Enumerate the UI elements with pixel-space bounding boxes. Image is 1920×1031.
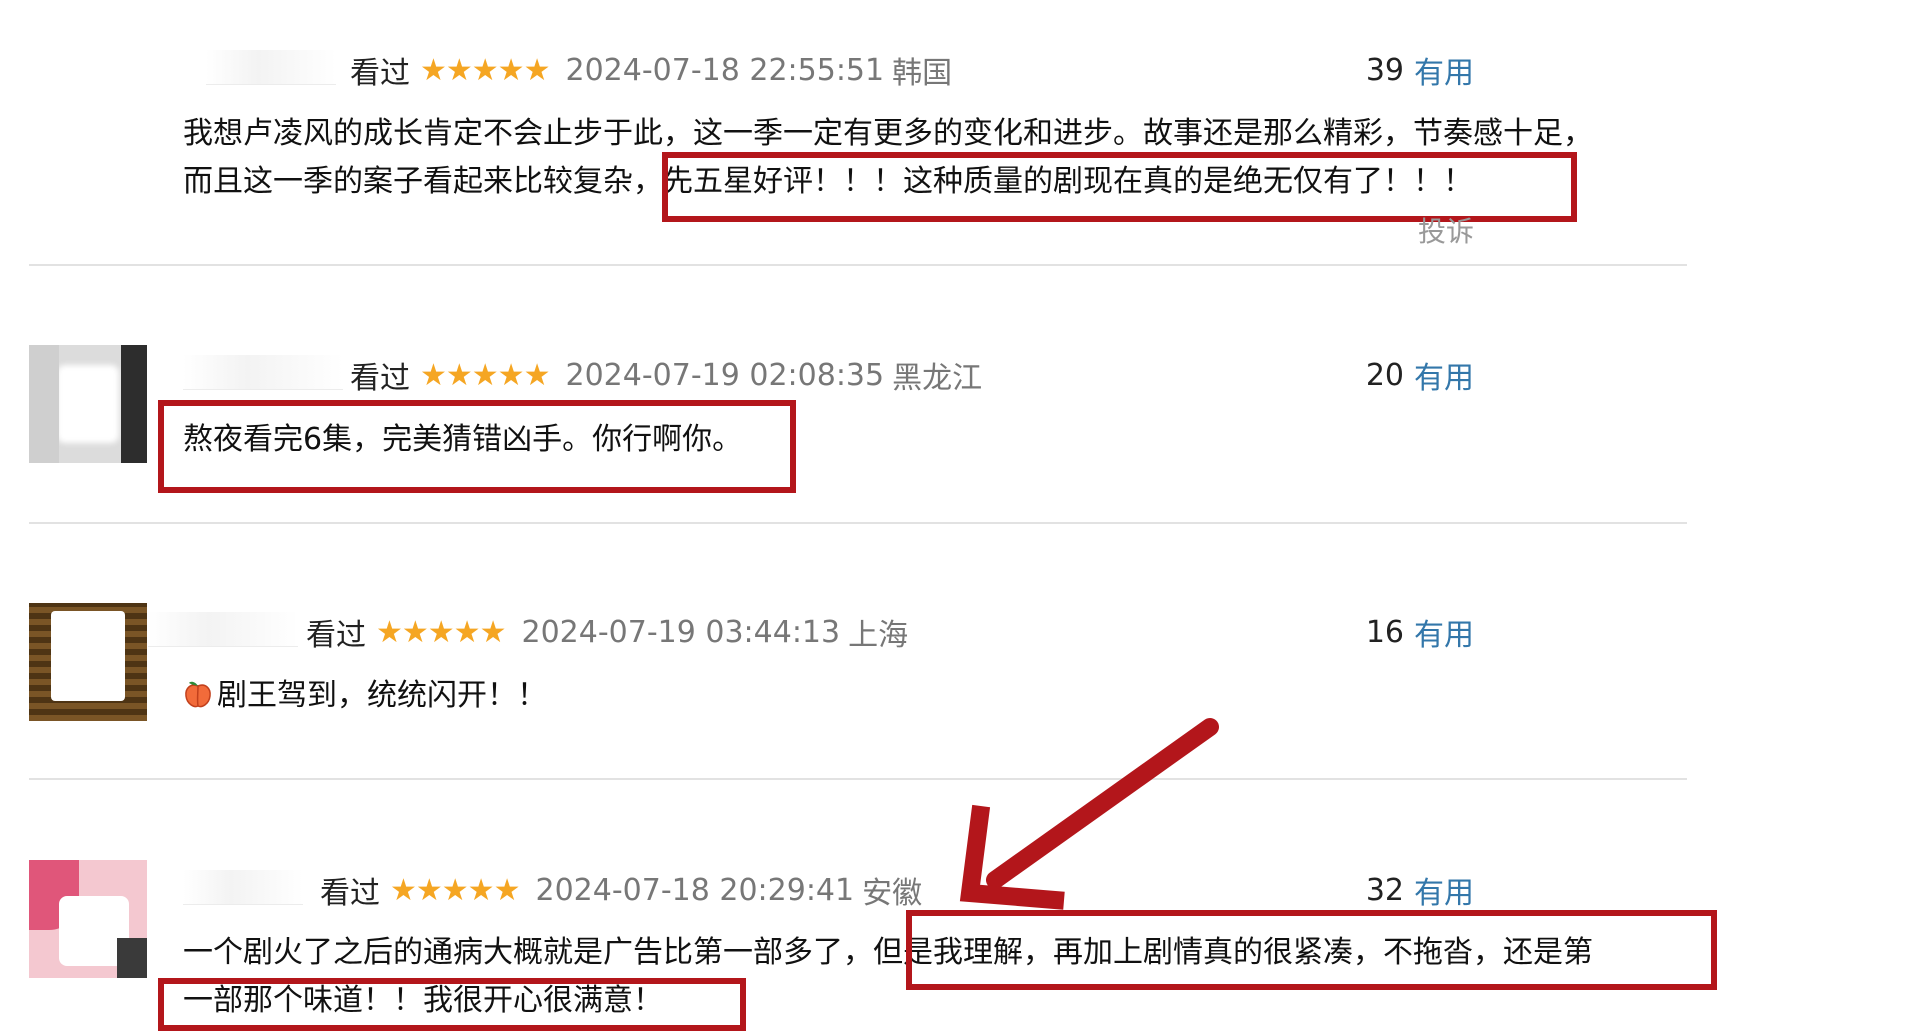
review-content: 剧王驾到，统统闪开！！ [183,672,1683,720]
avatar-shade [29,345,59,463]
watched-status: 看过 [320,876,380,911]
useful-button[interactable]: 有用 [1414,48,1474,92]
useful-count: 39 [1365,52,1404,88]
avatar-blur [51,611,125,701]
review-time: 2024-07-18 20:29:41 [535,872,855,908]
review-content-line: 剧王驾到，统统闪开！！ [183,672,1683,720]
avatar-shade [117,938,147,978]
avatar-shade [121,345,147,463]
peach-emoji-icon [185,681,211,708]
review-content-part: 一个剧火了之后的通病大概就是广告比第一部多了， [183,935,873,970]
divider [29,264,1687,266]
useful-count: 32 [1365,872,1404,908]
useful-vote[interactable]: 20 有用 [1365,353,1474,397]
rating-stars-icon: ★★★★★ [420,357,550,393]
avatar [29,345,147,463]
watched-status: 看过 [350,56,410,91]
review-meta: 看过 ★★★★★ 2024-07-19 02:08:35 黑龙江 [350,355,983,397]
username-redacted [206,50,336,85]
useful-count: 20 [1365,357,1404,393]
review-meta: 看过 ★★★★★ 2024-07-18 20:29:41 安徽 [320,870,923,912]
divider [29,522,1687,524]
highlight-box [158,400,796,493]
review-content-line: 我想卢凌风的成长肯定不会止步于此，这一季一定有更多的变化和进步。故事还是那么精彩… [183,116,1593,151]
avatar [29,603,147,721]
review-meta: 看过 ★★★★★ 2024-07-19 03:44:13 上海 [306,612,909,654]
report-button[interactable]: 投诉 [1418,210,1474,250]
red-arrow-icon [959,718,1219,910]
rating-stars-icon: ★★★★★ [420,52,550,88]
watched-status: 看过 [350,361,410,396]
review-content-part: 而且这一季的案子看起来比较复杂， [183,164,663,199]
username-redacted [148,612,298,647]
avatar-blur [57,365,119,443]
review-location: 韩国 [892,56,953,91]
review-time: 2024-07-19 02:08:35 [565,357,885,393]
review-meta: 看过 ★★★★★ 2024-07-18 22:55:51 韩国 [350,50,953,92]
useful-button[interactable]: 有用 [1414,610,1474,654]
username-redacted [183,870,303,905]
review-time: 2024-07-19 03:44:13 [521,614,841,650]
review-location: 安徽 [862,876,923,911]
watched-status: 看过 [306,618,366,653]
avatar [29,860,147,978]
highlight-box [906,910,1717,990]
review-time: 2024-07-18 22:55:51 [565,52,885,88]
useful-vote[interactable]: 39 有用 [1365,48,1474,92]
highlight-box [158,978,746,1031]
review-content-text: 剧王驾到，统统闪开！！ [217,678,547,713]
useful-vote[interactable]: 32 有用 [1365,868,1474,912]
review-location: 上海 [848,618,909,653]
useful-button[interactable]: 有用 [1414,353,1474,397]
useful-count: 16 [1365,614,1404,650]
review-list: 看过 ★★★★★ 2024-07-18 22:55:51 韩国 39 有用 我想… [0,0,1920,1031]
review-location: 黑龙江 [892,361,983,396]
rating-stars-icon: ★★★★★ [390,872,520,908]
divider [29,778,1687,780]
username-redacted [183,355,343,390]
useful-button[interactable]: 有用 [1414,868,1474,912]
rating-stars-icon: ★★★★★ [376,614,506,650]
useful-vote[interactable]: 16 有用 [1365,610,1474,654]
